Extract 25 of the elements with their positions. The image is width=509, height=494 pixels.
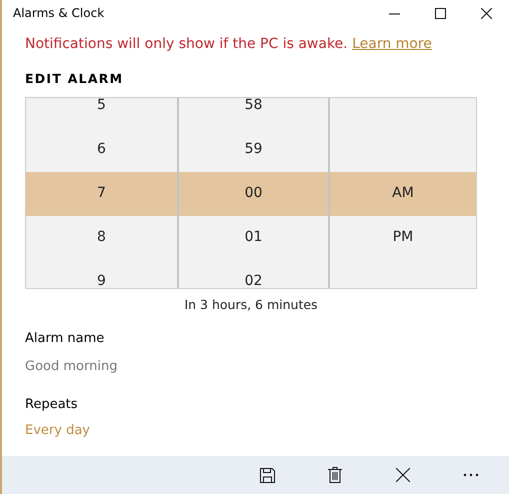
window-title: Alarms & Clock [13,5,104,22]
section-heading: EDIT ALARM [25,70,124,88]
field-label: Alarm name [25,330,106,348]
more-icon [463,473,479,477]
hour-option[interactable]: 8 [26,216,177,260]
field-label: Repeats [25,396,79,414]
period-option[interactable]: AM [330,172,476,216]
hour-option[interactable]: 6 [26,128,177,172]
save-icon [260,468,274,482]
minute-option[interactable]: 58 [179,98,328,128]
trash-icon [328,467,342,483]
minute-option[interactable]: 59 [179,128,328,172]
hour-option[interactable]: 5 [26,98,177,128]
maximize-icon [434,8,446,18]
notification-warning: Notifications will only show if the PC is awake. Learn more [25,35,433,54]
countdown-text: In 3 hours, 6 minutes [183,296,319,314]
period-option[interactable]: PM [330,216,476,260]
minute-option[interactable]: 01 [179,216,328,260]
close-icon [480,8,492,18]
close-icon [396,468,410,482]
hour-option[interactable]: 7 [26,172,177,216]
minute-option[interactable]: 02 [179,260,328,288]
hour-option[interactable]: 9 [26,260,177,288]
alarm-name-field[interactable]: Good morning [25,357,225,376]
minute-option[interactable]: 00 [179,172,328,216]
